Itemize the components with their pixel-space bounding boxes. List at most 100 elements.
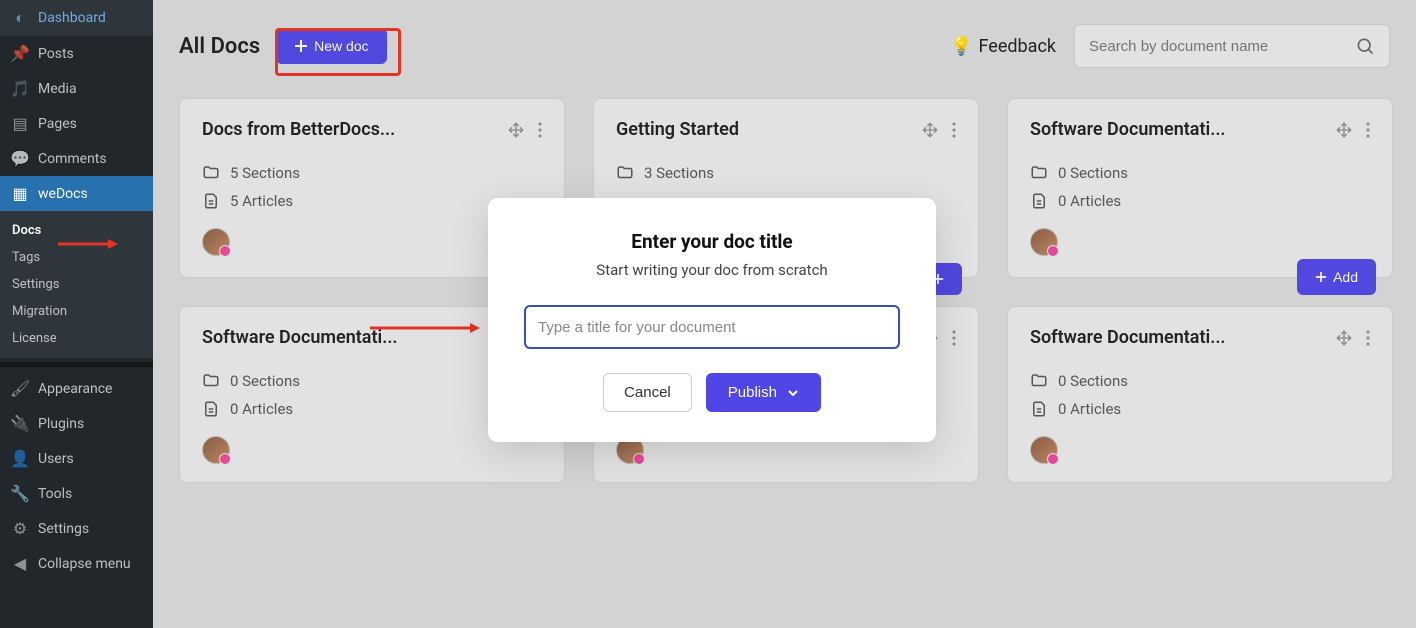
document-icon xyxy=(1030,192,1048,210)
sidebar-item-settings[interactable]: ⚙ Settings xyxy=(0,511,153,546)
sidebar-label: Users xyxy=(38,451,74,467)
sidebar-item-wedocs[interactable]: ▦ weDocs xyxy=(0,176,153,211)
folder-icon xyxy=(202,164,220,182)
publish-label: Publish xyxy=(728,384,777,401)
sidebar-item-appearance[interactable]: 🖌 Appearance xyxy=(0,371,153,406)
articles-text: 0 Articles xyxy=(1058,400,1121,418)
folder-icon xyxy=(1030,372,1048,390)
sidebar-label: Appearance xyxy=(38,381,112,397)
drag-icon[interactable] xyxy=(922,122,938,138)
sidebar-submenu: Docs Tags Settings Migration License xyxy=(0,211,153,358)
sidebar-label: Pages xyxy=(38,116,77,132)
avatar xyxy=(1030,228,1058,256)
sidebar-item-users[interactable]: 👤 Users xyxy=(0,441,153,476)
pages-icon: ▤ xyxy=(10,114,30,133)
pin-icon: 📌 xyxy=(10,44,30,63)
feedback-link[interactable]: 💡 Feedback xyxy=(950,36,1056,57)
appearance-icon: 🖌 xyxy=(10,379,30,398)
sidebar-label: Posts xyxy=(38,46,74,62)
sections-text: 0 Sections xyxy=(1058,372,1128,390)
feedback-label: Feedback xyxy=(979,36,1056,57)
modal-title: Enter your doc title xyxy=(524,230,900,253)
bulb-icon: 💡 xyxy=(950,36,972,57)
sidebar-label: Settings xyxy=(38,521,89,537)
more-icon[interactable] xyxy=(1366,122,1370,138)
comments-icon: 💬 xyxy=(10,149,30,168)
more-icon[interactable] xyxy=(538,122,542,138)
wedocs-icon: ▦ xyxy=(10,184,30,203)
submenu-item-tags[interactable]: Tags xyxy=(0,244,153,271)
sidebar-label: Plugins xyxy=(38,416,84,432)
admin-sidebar: ◐ Dashboard 📌 Posts 🎵Media ▤ Pages 💬 Comment… xyxy=(0,0,153,628)
plus-icon xyxy=(1315,271,1327,283)
chevron-down-icon xyxy=(787,387,799,399)
cancel-button[interactable]: Cancel xyxy=(603,373,692,412)
sidebar-item-collapse[interactable]: ◀Collapse menu xyxy=(0,546,153,581)
search-wrap xyxy=(1074,24,1390,68)
plugins-icon: 🔌 xyxy=(10,414,30,433)
more-icon[interactable] xyxy=(952,330,956,346)
doc-card: Software Documentati... 0 Sections 0 Art… xyxy=(1007,306,1393,483)
document-icon xyxy=(202,400,220,418)
sidebar-item-tools[interactable]: 🔧 Tools xyxy=(0,476,153,511)
sections-text: 0 Sections xyxy=(1058,164,1128,182)
sidebar-label: Tools xyxy=(38,486,72,502)
sidebar-item-comments[interactable]: 💬 Comments xyxy=(0,141,153,176)
submenu-item-migration[interactable]: Migration xyxy=(0,298,153,325)
avatar xyxy=(202,436,230,464)
doc-title: Software Documentati... xyxy=(1030,119,1226,140)
search-input[interactable] xyxy=(1089,38,1355,55)
avatar xyxy=(1030,436,1058,464)
sidebar-item-posts[interactable]: 📌 Posts xyxy=(0,36,153,71)
add-button[interactable]: Add xyxy=(1297,259,1376,295)
document-icon xyxy=(1030,400,1048,418)
drag-icon[interactable] xyxy=(1336,330,1352,346)
media-icon: 🎵 xyxy=(10,79,30,98)
dashboard-icon: ◐ xyxy=(10,8,30,28)
users-icon: 👤 xyxy=(10,449,30,468)
modal-actions: Cancel Publish xyxy=(524,373,900,412)
sections-text: 0 Sections xyxy=(230,372,300,390)
settings-icon: ⚙ xyxy=(10,519,30,538)
folder-icon xyxy=(1030,164,1048,182)
doc-title-input[interactable] xyxy=(524,305,900,349)
page-title: All Docs xyxy=(179,34,260,59)
doc-card: Software Documentati... 0 Sections 0 Art… xyxy=(1007,98,1393,278)
sidebar-label: Collapse menu xyxy=(38,556,131,572)
search-icon xyxy=(1355,36,1375,56)
sections-text: 5 Sections xyxy=(230,164,300,182)
doc-title: Software Documentati... xyxy=(1030,327,1226,348)
new-doc-modal: Enter your doc title Start writing your … xyxy=(488,198,936,442)
doc-title: Docs from BetterDocs... xyxy=(202,119,395,140)
sidebar-label: Comments xyxy=(38,151,107,167)
sidebar-item-plugins[interactable]: 🔌 Plugins xyxy=(0,406,153,441)
sidebar-item-pages[interactable]: ▤ Pages xyxy=(0,106,153,141)
articles-text: 5 Articles xyxy=(230,192,293,210)
doc-title: Software Documentati... xyxy=(202,327,398,348)
submenu-item-settings[interactable]: Settings xyxy=(0,271,153,298)
sections-text: 3 Sections xyxy=(644,164,714,182)
add-label: Add xyxy=(1333,269,1358,285)
drag-icon[interactable] xyxy=(1336,122,1352,138)
sidebar-item-dashboard[interactable]: ◐ Dashboard xyxy=(0,0,153,36)
folder-icon xyxy=(202,372,220,390)
more-icon[interactable] xyxy=(1366,330,1370,346)
submenu-item-docs[interactable]: Docs xyxy=(0,217,153,244)
modal-subtitle: Start writing your doc from scratch xyxy=(524,261,900,279)
sidebar-label: Dashboard xyxy=(38,10,106,26)
new-doc-button[interactable]: New doc xyxy=(276,28,386,64)
drag-icon[interactable] xyxy=(508,122,524,138)
sidebar-label: weDocs xyxy=(38,186,88,202)
articles-text: 0 Articles xyxy=(1058,192,1121,210)
document-icon xyxy=(202,192,220,210)
more-icon[interactable] xyxy=(952,122,956,138)
publish-button[interactable]: Publish xyxy=(706,373,821,412)
sidebar-separator xyxy=(0,362,153,367)
sidebar-item-media[interactable]: 🎵Media xyxy=(0,71,153,106)
tools-icon: 🔧 xyxy=(10,484,30,503)
folder-icon xyxy=(616,164,634,182)
plus-icon xyxy=(294,39,308,53)
header-right: 💡 Feedback xyxy=(950,24,1390,68)
page-header: All Docs New doc 💡 Feedback xyxy=(179,24,1390,68)
submenu-item-license[interactable]: License xyxy=(0,325,153,352)
